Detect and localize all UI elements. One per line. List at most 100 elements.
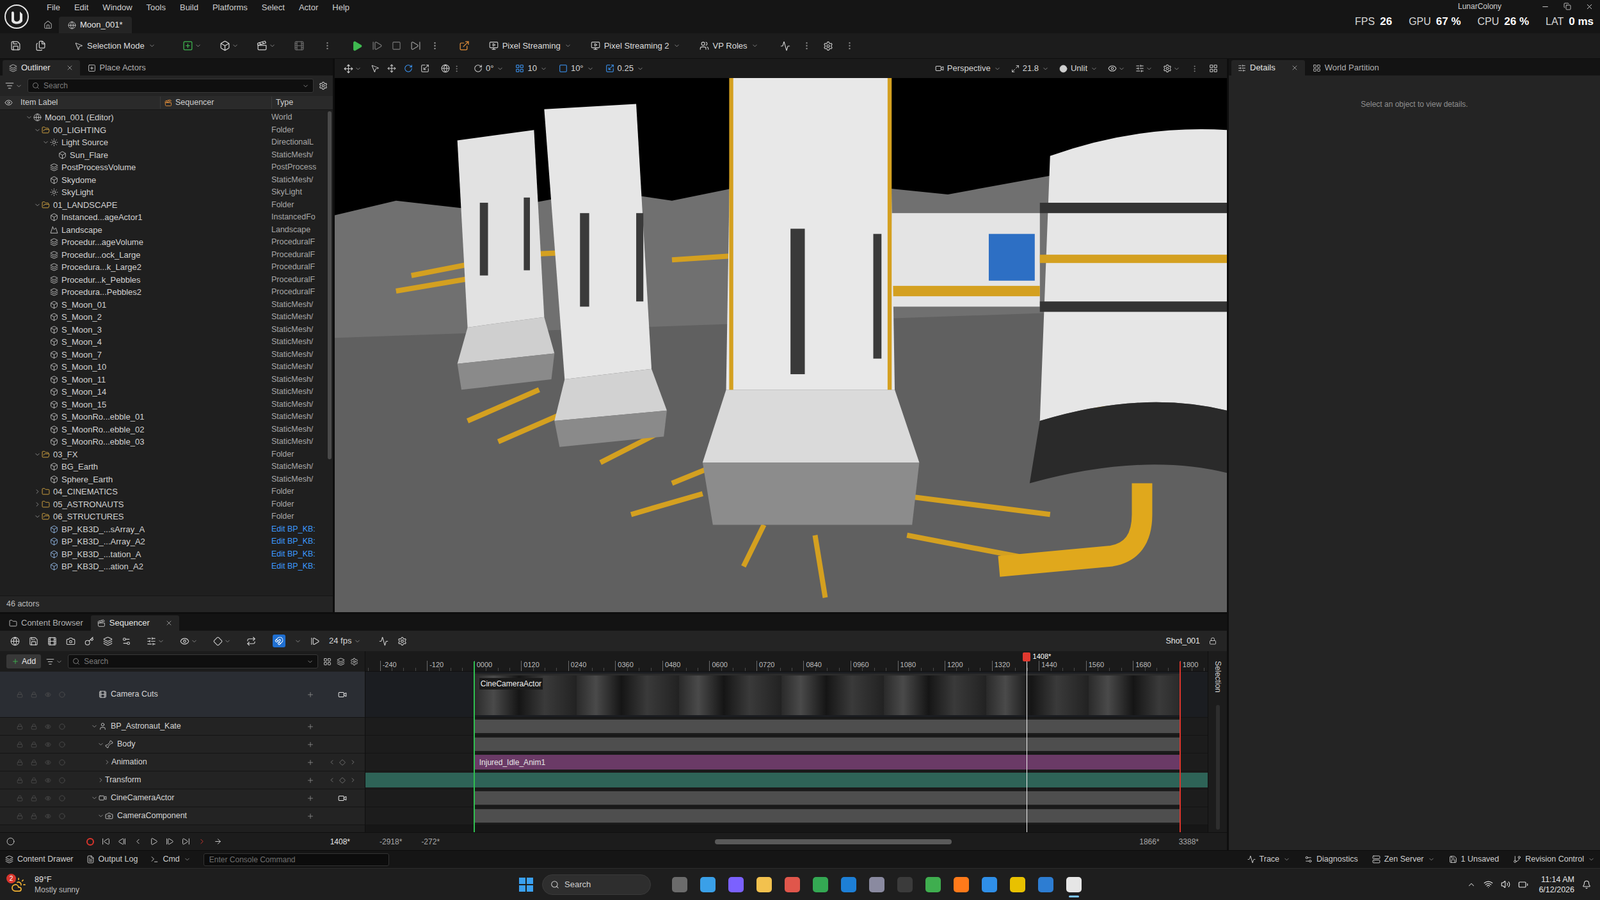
current-frame[interactable]: 1408*: [330, 836, 360, 848]
lock-icon[interactable]: [16, 813, 24, 820]
menu-item[interactable]: Actor: [291, 1, 326, 15]
search-icon[interactable]: [550, 880, 560, 890]
lock-icon[interactable]: [16, 691, 24, 699]
snap-setting[interactable]: 0°: [473, 62, 504, 75]
volume-icon[interactable]: [1500, 880, 1511, 890]
collapsed-arrow-icon[interactable]: [103, 759, 111, 767]
outliner-row-type[interactable]: Edit BP_KB:: [271, 548, 327, 561]
lock-icon[interactable]: [16, 777, 24, 784]
add-actor-icon[interactable]: [182, 40, 194, 52]
step-icon[interactable]: [371, 40, 383, 52]
select-tool-icon[interactable]: [370, 64, 380, 73]
streaming-button[interactable]: Pixel Streaming 2: [590, 39, 681, 53]
dropdown-chevron-icon[interactable]: [231, 42, 239, 50]
taskbar-app[interactable]: [780, 871, 805, 899]
expanded-arrow-icon[interactable]: [42, 138, 50, 146]
column-header[interactable]: Type: [271, 96, 333, 109]
track-row[interactable]: CineCameraActor: [0, 789, 365, 808]
status-icon[interactable]: [1247, 855, 1256, 864]
taskbar-app[interactable]: [949, 871, 974, 899]
camera-cut-section[interactable]: CineCameraActor: [474, 673, 1181, 716]
sequencer-settings-icon[interactable]: [397, 636, 408, 647]
panel-tab[interactable]: Content Browser: [2, 615, 90, 632]
expanded-arrow-icon[interactable]: [25, 113, 33, 121]
track-settings-icon[interactable]: [350, 657, 359, 667]
details-icon[interactable]: [1237, 64, 1247, 73]
taskbar-app[interactable]: [752, 871, 777, 899]
taskbar-app[interactable]: [920, 871, 946, 899]
add-key-icon[interactable]: [339, 759, 346, 767]
panel-tab[interactable]: Sequencer: [90, 615, 180, 632]
menu-item[interactable]: Build: [172, 1, 206, 15]
outliner-row[interactable]: Procedur...ageVolumeProceduralF: [0, 236, 327, 249]
add-track-icon[interactable]: [306, 776, 315, 785]
lock-icon[interactable]: [16, 759, 24, 767]
fov-icon[interactable]: [1011, 64, 1020, 73]
collapsed-arrow-icon[interactable]: [97, 776, 105, 784]
restore-icon[interactable]: [1563, 2, 1572, 11]
play-icon[interactable]: [351, 40, 363, 52]
view-start[interactable]: -2918*: [379, 836, 402, 848]
outliner-row[interactable]: BP_KB3D_...ation_A2Edit BP_KB:: [0, 560, 327, 574]
dropdown-chevron-icon[interactable]: [1173, 65, 1181, 73]
outliner-row[interactable]: 01_LANDSCAPEFolder: [0, 199, 327, 212]
mute-icon[interactable]: [44, 777, 52, 784]
outliner-row[interactable]: S_Moon_01StaticMesh/: [0, 298, 327, 312]
outliner-row[interactable]: BG_EarthStaticMesh/: [0, 460, 327, 474]
play-icon[interactable]: [149, 837, 159, 847]
launch-icon[interactable]: [458, 40, 470, 52]
track-section[interactable]: [474, 791, 1181, 806]
outliner-row[interactable]: PostProcessVolumePostProcess: [0, 161, 327, 175]
outliner-row[interactable]: SkyLightSkyLight: [0, 186, 327, 200]
frame-rate-button[interactable]: 24 fps: [328, 634, 361, 648]
blueprint-icon[interactable]: [219, 40, 231, 52]
status-bar-button[interactable]: Zen Server: [1372, 853, 1435, 866]
status-icon[interactable]: [1372, 855, 1381, 864]
menu-item[interactable]: Select: [254, 1, 292, 15]
expanded-arrow-icon[interactable]: [33, 201, 41, 209]
taskbar-app[interactable]: [695, 871, 720, 899]
taskbar-app[interactable]: [1061, 871, 1087, 899]
dropdown-chevron-icon[interactable]: [224, 638, 232, 646]
clock[interactable]: 11:14 AM6/12/2026: [1538, 874, 1575, 896]
panel-tab[interactable]: Place Actors: [81, 60, 153, 76]
solo-icon[interactable]: [58, 741, 66, 749]
outliner-scrollbar[interactable]: [326, 110, 333, 596]
status-bar-button[interactable]: Revision Control: [1512, 853, 1595, 866]
mute-icon[interactable]: [44, 723, 52, 731]
key-options-icon[interactable]: [213, 636, 223, 647]
outliner-row-type[interactable]: Edit BP_KB:: [271, 535, 327, 548]
outliner-row[interactable]: S_Moon_4StaticMesh/: [0, 336, 327, 349]
lock-icon[interactable]: [16, 723, 24, 731]
solo-icon[interactable]: [58, 813, 66, 820]
outliner-settings-icon[interactable]: [318, 81, 328, 91]
options-icon[interactable]: [6, 837, 15, 847]
close-tab-icon[interactable]: [165, 619, 173, 628]
outliner-row[interactable]: Sun_FlareStaticMesh/: [0, 149, 327, 162]
panel-tab[interactable]: Outliner: [2, 60, 80, 76]
sequencer-column-icon[interactable]: [164, 99, 173, 107]
mute-icon[interactable]: [44, 759, 52, 767]
snap-icon[interactable]: [473, 64, 483, 73]
track-section[interactable]: [474, 737, 1181, 752]
view-options-icon[interactable]: [179, 636, 190, 647]
world-space-icon[interactable]: [440, 64, 450, 73]
vp-roles-icon[interactable]: [699, 40, 710, 51]
snap-icon[interactable]: [274, 636, 284, 646]
track-row[interactable]: Transform: [0, 771, 365, 790]
timeline-scrollbar[interactable]: [439, 839, 1140, 845]
dropdown-chevron-icon[interactable]: [183, 856, 191, 864]
selection-mode-button[interactable]: Selection Mode: [69, 37, 161, 55]
selection-tab[interactable]: Selection: [1212, 661, 1224, 693]
dropdown-chevron-icon[interactable]: [673, 42, 681, 50]
outliner-row[interactable]: S_Moon_15StaticMesh/: [0, 398, 327, 412]
status-bar-button[interactable]: Diagnostics: [1304, 853, 1359, 866]
add-track-button[interactable]: Add: [6, 654, 41, 670]
more-icon[interactable]: [844, 40, 855, 51]
jump-end-icon[interactable]: [181, 837, 191, 847]
add-track-icon[interactable]: [306, 812, 315, 821]
unreal-logo-icon[interactable]: [0, 0, 34, 34]
lock-icon[interactable]: [30, 723, 38, 731]
next-key-icon[interactable]: [349, 776, 357, 784]
stop-icon[interactable]: [391, 40, 402, 51]
